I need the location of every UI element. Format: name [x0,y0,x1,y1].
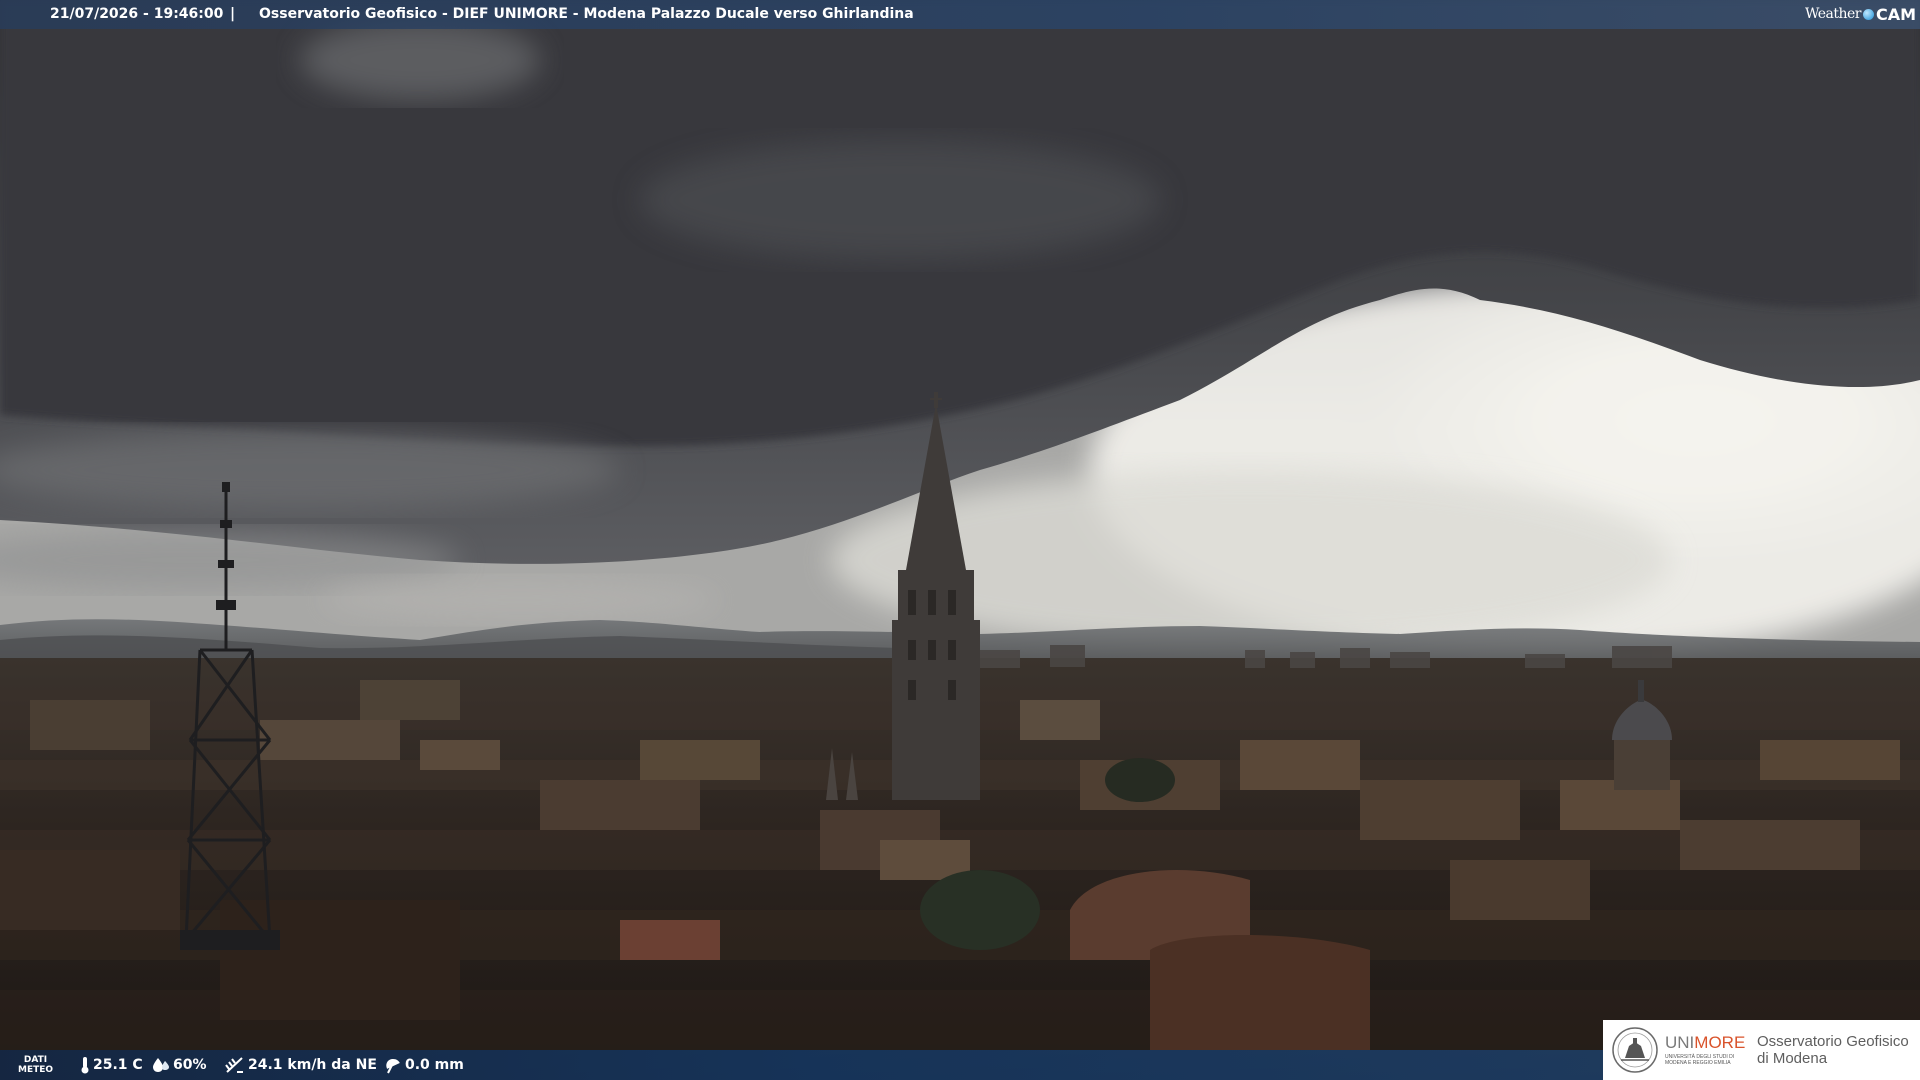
meteo-label-line1: DATI [23,1055,48,1065]
rain-reading: 0.0 mm [384,1050,464,1080]
capture-datetime: 21/07/2026 - 19:46:00 [50,6,224,22]
unimore-name: UNIMORE [1665,1034,1749,1052]
meteo-label: DATI METEO [18,1055,53,1075]
webcam-image [0,0,1920,1080]
thermometer-icon [81,1057,89,1074]
meteo-data-bar: DATI METEO 25.1 C 60% 24.1 km/h da NE 0.… [0,1050,1603,1080]
unimore-uni: UNI [1665,1033,1695,1052]
wind-icon [225,1057,243,1073]
unimore-sub-line2: MODENA E REGGIO EMILIA [1665,1060,1731,1066]
humidity-value: 60% [173,1057,207,1073]
rain-value: 0.0 mm [405,1057,464,1073]
weathercam-logo: Weather CAM [1805,0,1916,29]
temperature-reading: 25.1 C [80,1050,143,1080]
rain-umbrella-icon [386,1058,400,1074]
institution-logo: UNIMORE UNIVERSITÀ DEGLI STUDI DI MODENA… [1603,1020,1920,1080]
wind-value: 24.1 km/h da NE [248,1057,377,1073]
webcam-frame: 21/07/2026 - 19:46:00 | Osservatorio Geo… [0,0,1920,1080]
osservatorio-name: Osservatorio Geofisico di Modena [1757,1033,1909,1067]
osservatorio-line1: Osservatorio Geofisico [1757,1033,1909,1050]
osservatorio-line2: di Modena [1757,1050,1828,1067]
unimore-wordmark: UNIMORE UNIVERSITÀ DEGLI STUDI DI MODENA… [1665,1034,1749,1067]
humidity-drop-icon [153,1058,169,1072]
unimore-seal-icon [1612,1027,1658,1073]
unimore-more: MORE [1694,1033,1746,1052]
camera-title: Osservatorio Geofisico - DIEF UNIMORE - … [259,6,914,22]
humidity-reading: 60% [152,1050,207,1080]
unimore-subtitle: UNIVERSITÀ DEGLI STUDI DI MODENA E REGGI… [1665,1054,1749,1066]
temperature-value: 25.1 C [93,1057,143,1073]
meteo-label-line2: METEO [18,1065,54,1075]
top-info-bar: 21/07/2026 - 19:46:00 | Osservatorio Geo… [0,0,1920,29]
brand-weather-text: Weather [1804,6,1862,22]
brand-dot-icon [1862,9,1874,20]
wind-reading: 24.1 km/h da NE [225,1050,377,1080]
header-separator: | [230,6,236,22]
brand-cam-text: CAM [1875,5,1916,24]
